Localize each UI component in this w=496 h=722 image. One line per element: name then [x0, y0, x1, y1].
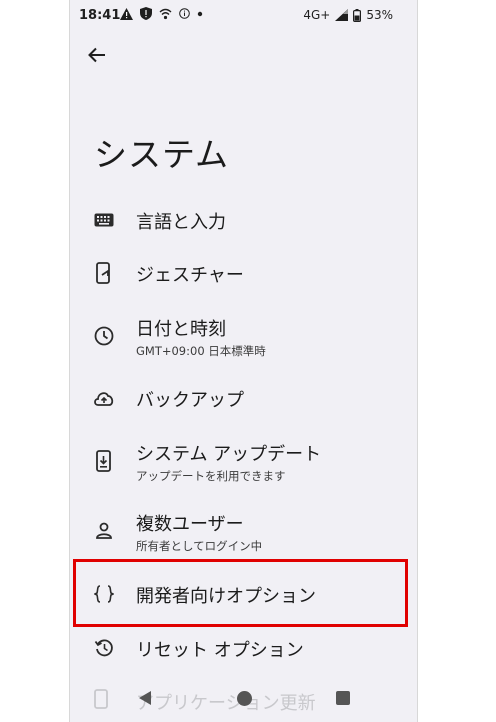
back-button[interactable]	[84, 42, 110, 68]
settings-item-gestures[interactable]: ジェスチャー	[70, 253, 417, 293]
arrow-back-icon	[88, 47, 105, 63]
settings-item-title: 日付と時刻	[136, 319, 226, 340]
status-right: 4G+ 53%	[303, 8, 393, 22]
person-icon	[93, 520, 115, 542]
shield-icon	[140, 7, 152, 20]
settings-item-title: システム アップデート	[136, 444, 322, 465]
reset-history-icon	[93, 637, 115, 659]
keyboard-icon	[93, 209, 115, 231]
page-title: システム	[94, 135, 230, 174]
settings-item-system-update[interactable]: システム アップデート アップデートを利用できます	[70, 437, 417, 485]
navigation-bar: アプリケーション更新	[70, 676, 417, 722]
settings-item-backup[interactable]: バックアップ	[70, 378, 417, 418]
clock-icon	[93, 325, 115, 347]
settings-item-date-time[interactable]: 日付と時刻 GMT+09:00 日本標準時	[70, 312, 417, 360]
ghost-app-update-icon	[94, 689, 108, 709]
settings-item-title: 言語と入力	[136, 212, 226, 233]
info-icon	[179, 8, 190, 19]
network-type: 4G+	[303, 8, 331, 22]
nav-home-button[interactable]	[237, 691, 252, 706]
settings-item-reset-options[interactable]: リセット オプション	[70, 628, 417, 668]
highlight-box	[73, 559, 408, 627]
battery-icon	[353, 8, 362, 22]
system-update-icon	[93, 450, 115, 472]
phone-screen: 18:41 4G+ 53% システム 言語と入力 ジェスチャー 日付と時刻 GM…	[69, 0, 418, 722]
settings-item-title: バックアップ	[136, 390, 244, 411]
ghost-text: アプリケーション更新	[136, 693, 316, 714]
settings-item-title: 複数ユーザー	[136, 514, 244, 535]
signal-icon	[335, 9, 349, 21]
status-bar: 18:41 4G+ 53%	[70, 0, 417, 32]
notification-icons	[120, 7, 203, 20]
status-time: 18:41	[79, 8, 121, 23]
settings-item-language-input[interactable]: 言語と入力	[70, 200, 417, 240]
warning-icon	[120, 7, 133, 20]
nav-recents-button[interactable]	[336, 691, 350, 705]
settings-item-subtitle: GMT+09:00 日本標準時	[136, 344, 266, 358]
wifi-call-icon	[159, 8, 172, 19]
cloud-upload-icon	[93, 387, 115, 409]
settings-item-title: ジェスチャー	[136, 265, 244, 286]
settings-item-subtitle: アップデートを利用できます	[136, 469, 286, 483]
settings-item-subtitle: 所有者としてログイン中	[136, 539, 263, 553]
settings-item-multiple-users[interactable]: 複数ユーザー 所有者としてログイン中	[70, 507, 417, 555]
phone-gesture-icon	[93, 262, 115, 284]
dot-icon	[197, 11, 203, 16]
settings-item-title: リセット オプション	[136, 640, 304, 661]
battery-percent: 53%	[366, 8, 393, 22]
nav-back-button[interactable]	[138, 690, 152, 706]
